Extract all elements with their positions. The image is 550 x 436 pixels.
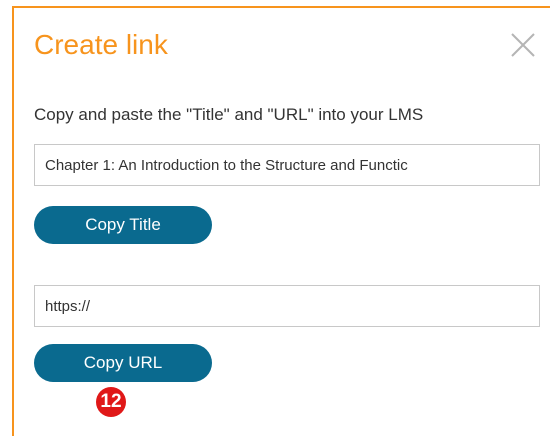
- title-field[interactable]: [34, 144, 540, 186]
- close-icon[interactable]: [508, 30, 538, 60]
- url-field[interactable]: [34, 285, 540, 327]
- step-number-badge: 12: [96, 387, 126, 417]
- dialog-title: Create link: [34, 29, 168, 60]
- copy-url-button[interactable]: Copy URL: [34, 344, 212, 382]
- copy-title-button[interactable]: Copy Title: [34, 206, 212, 244]
- instructions-text: Copy and paste the "Title" and "URL" int…: [34, 105, 424, 124]
